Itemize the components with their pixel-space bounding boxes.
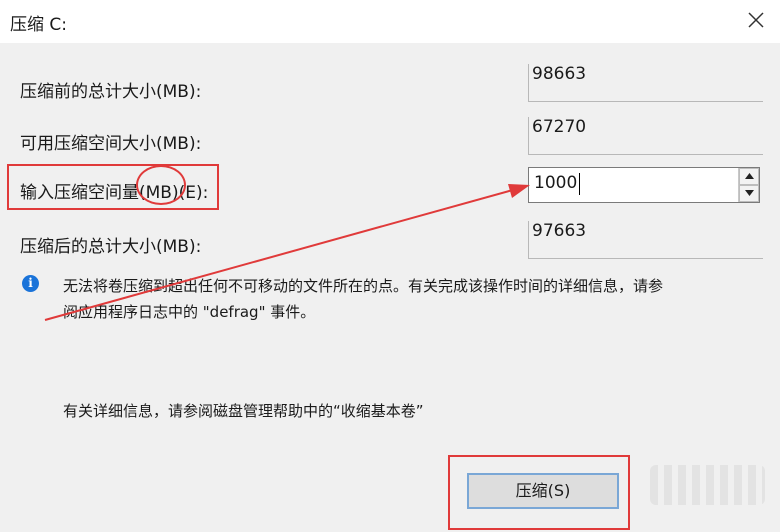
watermark [650,465,765,505]
shrink-volume-dialog: 压缩 C: 压缩前的总计大小(MB): 98663 可用压缩空间大小(MB): … [0,0,780,532]
annotation-arrow [44,184,530,321]
